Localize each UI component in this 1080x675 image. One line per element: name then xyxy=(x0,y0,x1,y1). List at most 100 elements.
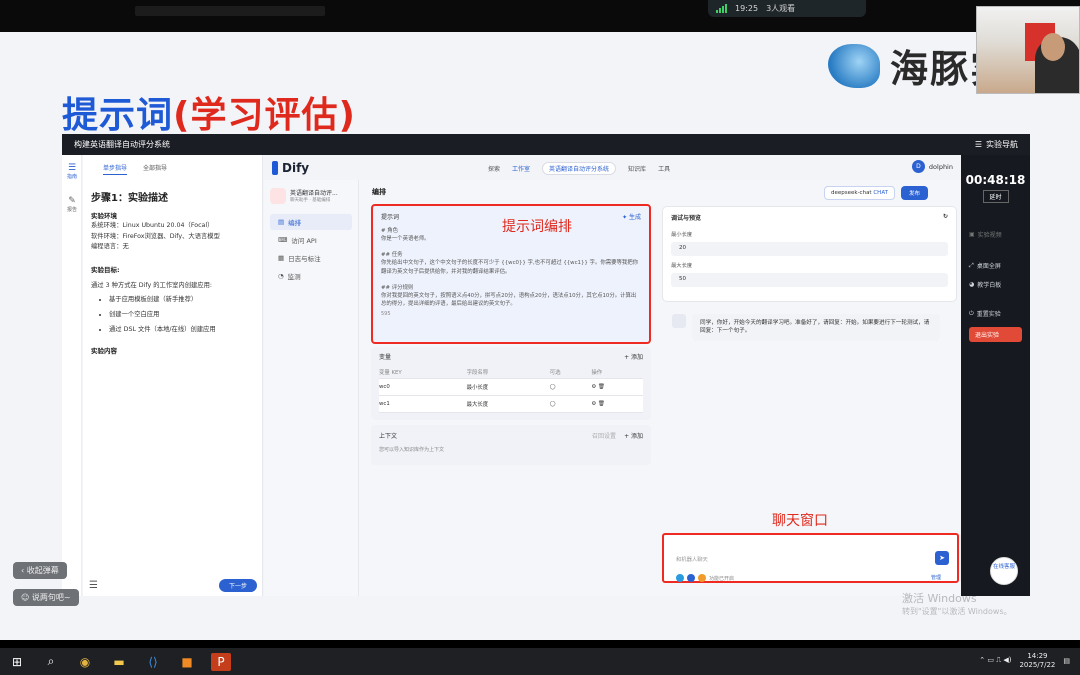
manage-button[interactable]: 管理 xyxy=(931,574,941,581)
goal-intro: 通过 3 种方式在 Dify 的工作室内创建应用: xyxy=(91,281,213,289)
next-step-button[interactable]: 下一步 xyxy=(218,578,257,592)
variables-panel: 变量 + 添加 变量 KEY 字段名称 可选 操作 wc0 最小长度 ◯ ⚙ 🗑 wc1 最大长… xyxy=(371,347,651,420)
variables-table: 变量 KEY 字段名称 可选 操作 wc0 最小长度 ◯ ⚙ 🗑 wc1 最大长度 ◯ ⚙ 🗑 xyxy=(379,366,643,413)
system-tray: ⌃ ▭ ⎍ ◀) 14:29 2025/7/22 ▤ xyxy=(979,652,1070,670)
meeting-title-strip xyxy=(135,6,325,16)
whiteboard-button[interactable]: ◕ 教学白板 xyxy=(961,275,1030,294)
min-length-input[interactable]: 20 xyxy=(671,242,948,256)
menu-api[interactable]: ⌨ 访问 API xyxy=(270,232,352,248)
chat-annotation: 聊天窗口 xyxy=(772,513,828,529)
tab-step-guide[interactable]: 单步指导 xyxy=(103,163,128,175)
add-variable-button[interactable]: + 添加 xyxy=(624,352,643,361)
optional-toggle[interactable]: ◯ xyxy=(549,378,592,396)
refresh-icon[interactable]: ↻ xyxy=(943,213,948,222)
nav-explore[interactable]: 探索 xyxy=(488,164,500,173)
hamburger-icon[interactable]: ☰ xyxy=(89,580,98,591)
reset-lab-button[interactable]: ⏻ 重置实验 xyxy=(961,304,1030,323)
left-rail: ☰ 指南 ✎ 报告 xyxy=(62,155,82,596)
prompt-editor[interactable]: 提示词 ✦ 生成 # 角色 你是一个英语老师。 ## 任务 你先给出中文句子，这个… xyxy=(371,204,651,344)
app-icon-orange[interactable]: ■ xyxy=(177,653,197,671)
signal-icon xyxy=(716,4,727,13)
prompt-annotation: 提示词编排 xyxy=(502,219,572,235)
table-row: wc1 最大长度 ◯ ⚙ 🗑 xyxy=(379,395,643,413)
context-panel: 上下文 召回设置 + 添加 您可以导入知识库作为上下文 xyxy=(371,425,651,465)
min-length-label: 最小长度 xyxy=(671,232,693,238)
slide-title: 提示词(学习评估) xyxy=(62,95,356,136)
table-row: wc0 最小长度 ◯ ⚙ 🗑 xyxy=(379,378,643,396)
presenter-webcam xyxy=(976,6,1080,94)
search-icon[interactable]: ⌕ xyxy=(41,653,61,671)
menu-orchestrate[interactable]: ▤ 编排 xyxy=(270,214,352,230)
say-something-button[interactable]: ☺ 说两句吧~ xyxy=(13,589,79,606)
model-selector[interactable]: deepseek-chat CHAT xyxy=(824,186,896,200)
lab-video-button[interactable]: ▣ 实验视频 xyxy=(961,225,1030,244)
lab-title: 构建英语翻译自动评分系统 xyxy=(74,140,170,149)
meeting-time: 19:25 xyxy=(735,4,759,13)
send-icon[interactable]: ➤ xyxy=(935,551,949,565)
prompt-header: 提示词 xyxy=(381,214,400,221)
nav-knowledge[interactable]: 知识库 xyxy=(628,164,646,173)
editor-heading: 编排 xyxy=(372,188,386,196)
username: dolphin xyxy=(928,162,953,171)
power-icon: ⏻ xyxy=(969,309,974,317)
clock[interactable]: 14:29 2025/7/22 xyxy=(1019,652,1055,670)
add-context-button[interactable]: + 添加 xyxy=(624,433,643,440)
api-icon: ⌨ xyxy=(278,236,288,244)
collapse-danmaku-button[interactable]: ‹ 收起弹幕 xyxy=(13,562,67,579)
tab-all-guide[interactable]: 全部指导 xyxy=(143,163,167,175)
exit-lab-button[interactable]: 退出实验 xyxy=(969,327,1022,342)
recall-settings-button[interactable]: 召回设置 xyxy=(592,433,616,440)
chrome-icon[interactable]: ◉ xyxy=(75,653,95,671)
activation-watermark-sub: 转到"设置"以激活 Windows。 xyxy=(902,607,1012,616)
max-length-input[interactable]: 50 xyxy=(671,273,948,287)
fullscreen-icon: ⤢ xyxy=(969,261,974,269)
chat-message: 同学，你好，开始今天的翻译学习吧。准备好了，请回复：开始。如果要进行下一轮测试，… xyxy=(672,314,942,341)
vscode-icon[interactable]: ⟨⟩ xyxy=(143,653,163,671)
viewer-count: 3人观看 xyxy=(766,4,796,13)
list-item: 创建一个空白应用 xyxy=(109,309,262,318)
content-title: 实验内容 xyxy=(91,347,117,355)
menu-monitor[interactable]: ◔ 监测 xyxy=(270,268,352,284)
dolphin-logo-icon xyxy=(828,43,880,88)
context-description: 您可以导入知识库作为上下文 xyxy=(379,447,445,453)
windows-start-icon[interactable]: ⊞ xyxy=(7,653,27,671)
smile-icon: ☺ xyxy=(21,593,32,602)
windows-taskbar: ⊞ ⌕ ◉ ▬ ⟨⟩ ■ P ⌃ ▭ ⎍ ◀) 14:29 2025/7/22 ▤ xyxy=(0,648,1080,675)
dify-logo[interactable]: Dify xyxy=(272,160,309,175)
orchestrate-icon: ▤ xyxy=(278,218,285,226)
goal-list: 基于应用模板创建（新手推荐） 创建一个空白应用 通过 DSL 文件（本地/在线）… xyxy=(101,294,262,333)
notification-icon[interactable]: ▤ xyxy=(1063,657,1070,665)
row-actions-icon[interactable]: ⚙ 🗑 xyxy=(591,395,643,413)
rail-guide[interactable]: ☰ 指南 xyxy=(62,163,82,180)
prompt-text[interactable]: # 角色 你是一个英语老师。 ## 任务 你先给出中文句子，这个中文句子的长度不… xyxy=(373,227,649,308)
app-icon xyxy=(270,188,286,204)
goal-title: 实验目标: xyxy=(91,265,120,274)
rail-report[interactable]: ✎ 报告 xyxy=(62,196,82,213)
online-support-button[interactable]: 在线客服 xyxy=(990,557,1018,585)
lab-nav-button[interactable]: ☰ 实验导航 xyxy=(975,139,1018,150)
app-card[interactable]: 英语翻译自动评... 聊天助手 · 基础编排 xyxy=(264,180,358,212)
monitor-icon: ◔ xyxy=(278,272,284,280)
chat-input-box[interactable]: 和机器人聊天 ➤ 功能已开启 管理 xyxy=(662,533,959,583)
avatar: D xyxy=(911,160,925,173)
nav-studio[interactable]: 工作室 xyxy=(512,164,530,173)
breadcrumb-app[interactable]: 英语翻译自动评分系统 xyxy=(542,162,617,175)
lab-timer: 00:48:18 xyxy=(965,173,1026,187)
generate-button[interactable]: ✦ 生成 xyxy=(622,212,641,221)
file-explorer-icon[interactable]: ▬ xyxy=(109,653,129,671)
menu-icon: ☰ xyxy=(974,140,982,149)
menu-logs[interactable]: ▦ 日志与标注 xyxy=(270,250,352,266)
delay-button[interactable]: 延时 xyxy=(982,190,1009,203)
user-menu[interactable]: D dolphin xyxy=(911,160,953,173)
chat-input[interactable]: 和机器人聊天 xyxy=(676,555,708,563)
features-status: 功能已开启 xyxy=(676,574,734,582)
optional-toggle[interactable]: ◯ xyxy=(549,395,592,413)
publish-button[interactable]: 发布 xyxy=(901,186,929,200)
fullscreen-button[interactable]: ⤢ 桌面全屏 xyxy=(961,256,1030,275)
app-name: 英语翻译自动评... xyxy=(290,190,338,197)
powerpoint-icon[interactable]: P xyxy=(211,652,231,671)
list-icon: ☰ xyxy=(67,163,77,173)
tray-icons[interactable]: ⌃ ▭ ⎍ ◀) xyxy=(979,656,1011,665)
row-actions-icon[interactable]: ⚙ 🗑 xyxy=(591,378,643,396)
nav-tools[interactable]: 工具 xyxy=(658,164,670,173)
